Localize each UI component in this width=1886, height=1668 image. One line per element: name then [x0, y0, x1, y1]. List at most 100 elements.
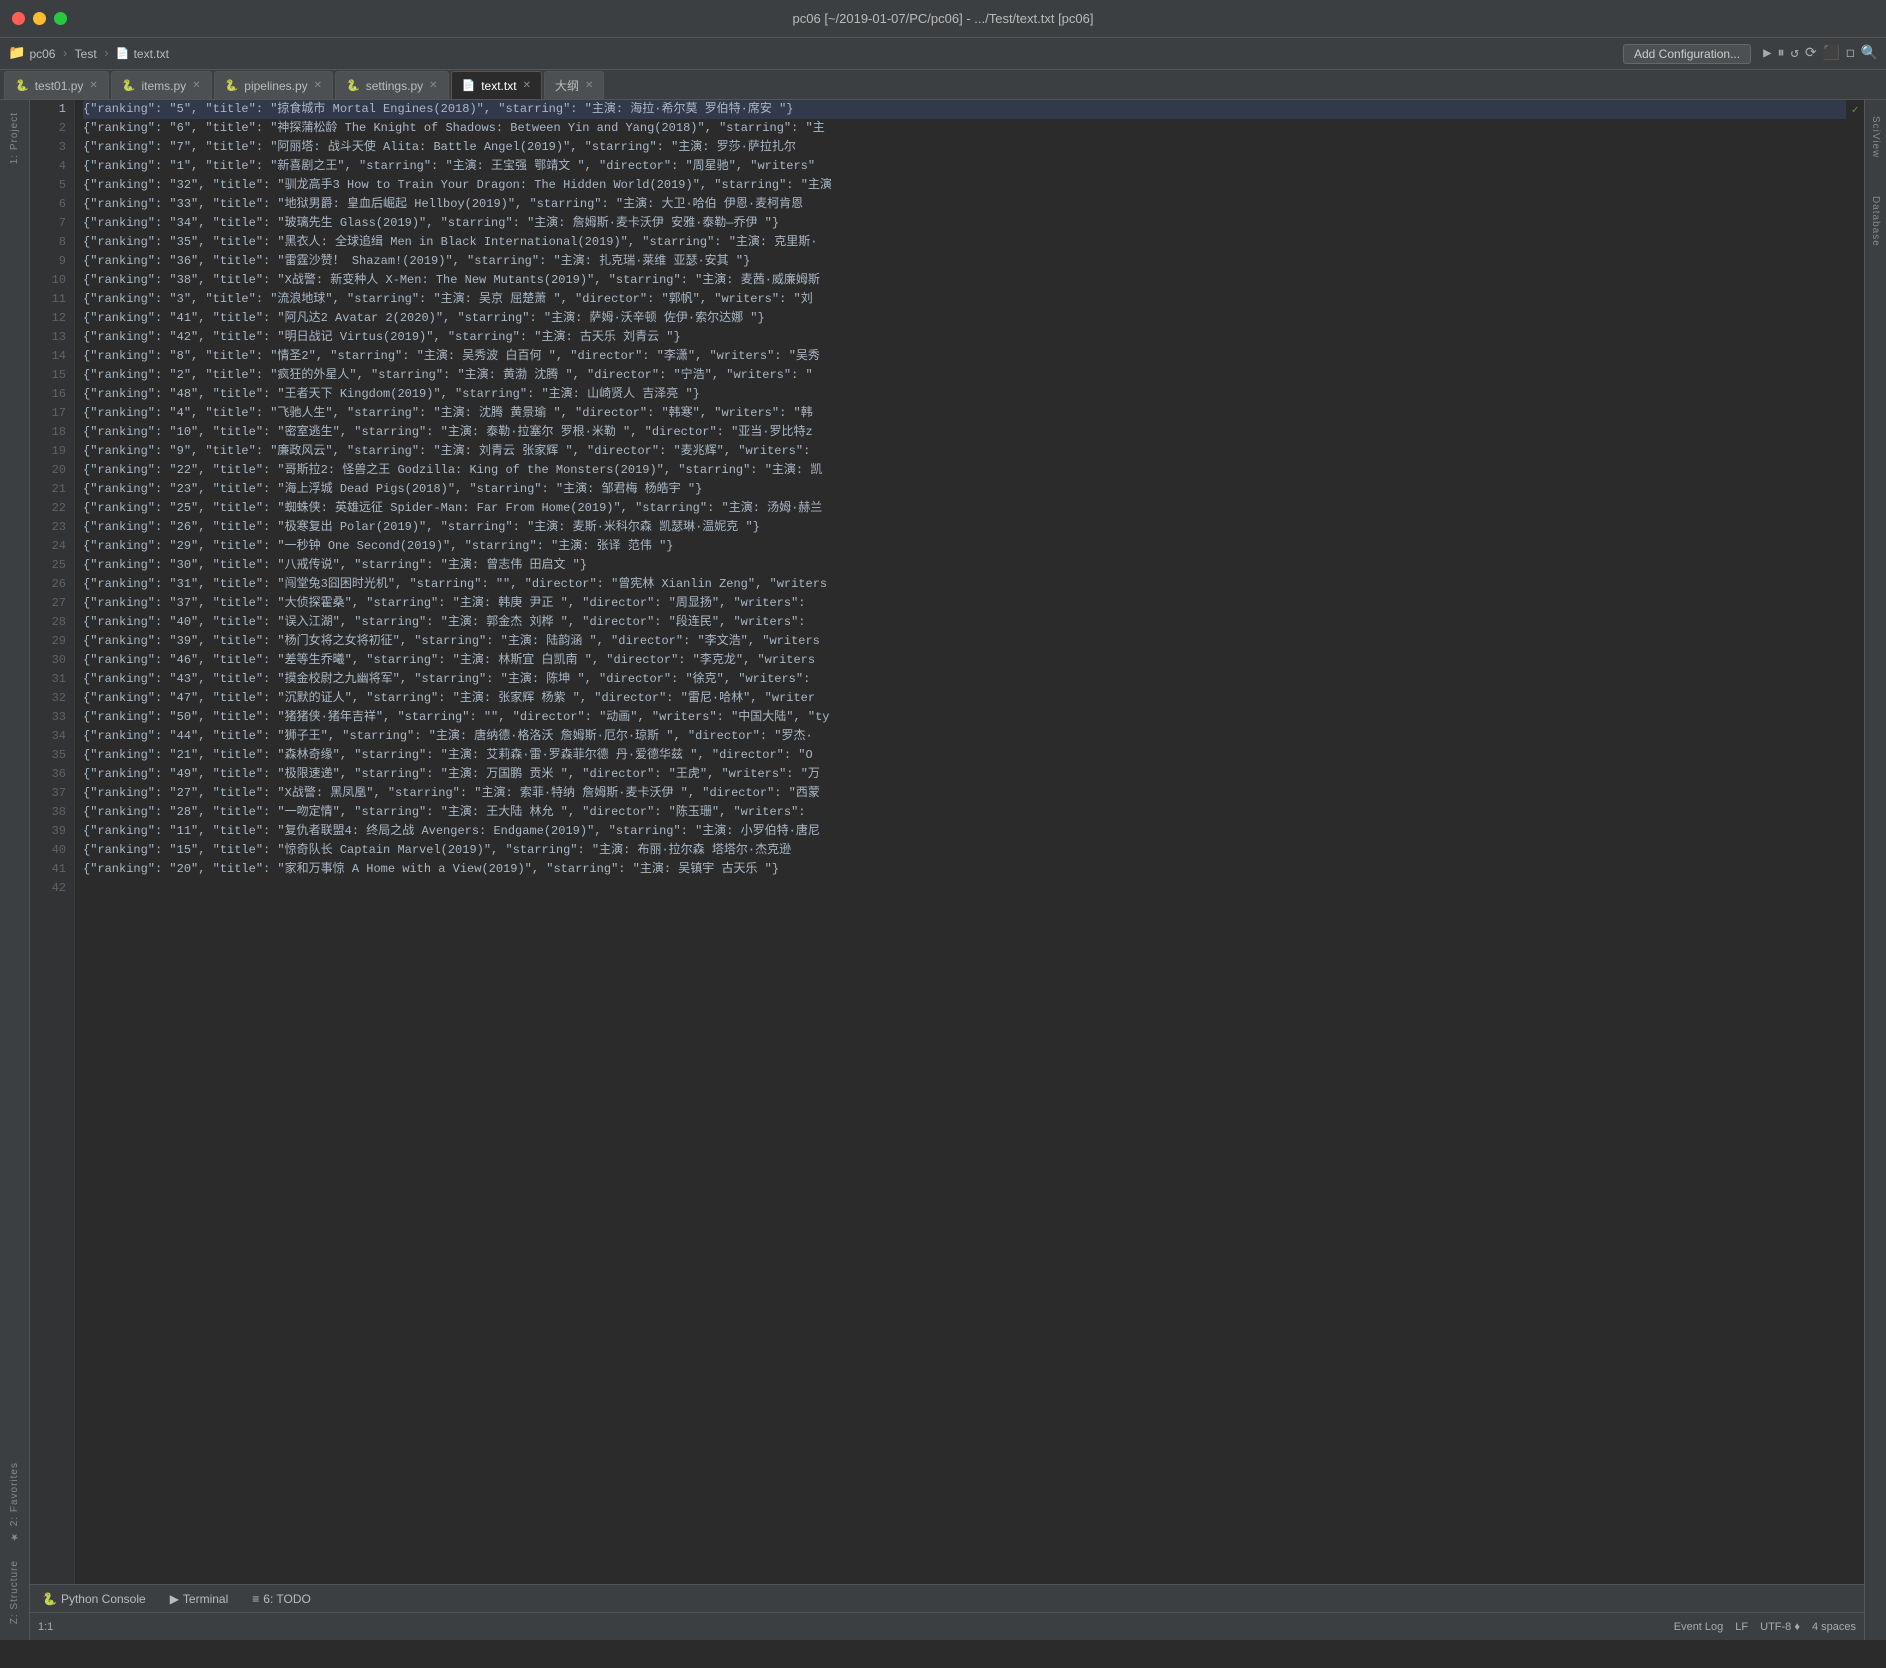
check-cell [1846, 195, 1864, 214]
event-log-button[interactable]: Event Log [1674, 1621, 1724, 1633]
code-line[interactable]: {"ranking": "50", "title": "猪猪侠·猪年吉祥", "… [83, 708, 1846, 727]
code-content[interactable]: {"ranking": "5", "title": "掠食城市 Mortal E… [75, 100, 1846, 1584]
stop-icon[interactable]: ◻ [1846, 45, 1854, 62]
code-line[interactable]: {"ranking": "43", "title": "摸金校尉之九幽将军", … [83, 670, 1846, 689]
close-tab-outline[interactable]: ✕ [585, 80, 593, 91]
step-over-icon[interactable]: ↺ [1791, 45, 1799, 62]
code-line[interactable]: {"ranking": "5", "title": "掠食城市 Mortal E… [83, 100, 1846, 119]
code-line[interactable]: {"ranking": "44", "title": "狮子王", "starr… [83, 727, 1846, 746]
search-icon[interactable]: 🔍 [1861, 45, 1878, 62]
line-number: 29 [30, 632, 66, 651]
sidebar-item-favorites[interactable]: ★ 2: Favorites [7, 1454, 22, 1550]
check-cell [1846, 879, 1864, 898]
run-icon[interactable]: ▶ [1763, 45, 1771, 62]
line-number: 28 [30, 613, 66, 632]
close-tab-pipelines[interactable]: ✕ [314, 80, 322, 91]
nav-texttxt[interactable]: 📄text.txt [116, 47, 169, 61]
code-line[interactable]: {"ranking": "8", "title": "情圣2", "starri… [83, 347, 1846, 366]
sidebar-item-structure[interactable]: Z: Structure [7, 1552, 22, 1632]
indent-indicator[interactable]: 4 spaces [1812, 1621, 1856, 1633]
line-number: 11 [30, 290, 66, 309]
close-tab-items[interactable]: ✕ [192, 80, 200, 91]
nav-pc06[interactable]: pc06 [29, 47, 55, 61]
code-line[interactable]: {"ranking": "39", "title": "杨门女将之女将初征", … [83, 632, 1846, 651]
python-console-icon: 🐍 [42, 1592, 57, 1606]
code-line[interactable]: {"ranking": "2", "title": "疯狂的外星人", "sta… [83, 366, 1846, 385]
code-line[interactable]: {"ranking": "41", "title": "阿凡达2 Avatar … [83, 309, 1846, 328]
close-tab-text[interactable]: ✕ [523, 80, 531, 91]
code-line[interactable]: {"ranking": "1", "title": "新喜剧之王", "star… [83, 157, 1846, 176]
check-cell [1846, 309, 1864, 328]
code-line[interactable]: {"ranking": "26", "title": "极寒复出 Polar(2… [83, 518, 1846, 537]
maximize-button[interactable] [54, 12, 67, 25]
code-line[interactable]: {"ranking": "11", "title": "复仇者联盟4: 终局之战… [83, 822, 1846, 841]
database-panel[interactable]: Database [1868, 188, 1883, 255]
add-configuration-button[interactable]: Add Configuration... [1623, 44, 1751, 64]
tab-itemspy[interactable]: 🐍 items.py ✕ [111, 71, 212, 99]
line-ending-indicator[interactable]: LF [1735, 1621, 1748, 1633]
code-line[interactable]: {"ranking": "48", "title": "王者天下 Kingdom… [83, 385, 1846, 404]
pause-icon[interactable]: ⏸ [1778, 46, 1785, 62]
code-line[interactable]: {"ranking": "37", "title": "大侦探霍桑", "sta… [83, 594, 1846, 613]
code-line[interactable]: {"ranking": "36", "title": "雷霆沙赞！ Shazam… [83, 252, 1846, 271]
line-number: 23 [30, 518, 66, 537]
code-line[interactable]: {"ranking": "40", "title": "误入江湖", "star… [83, 613, 1846, 632]
check-cell [1846, 670, 1864, 689]
tab-texttxt[interactable]: 📄 text.txt ✕ [451, 71, 542, 99]
code-line[interactable]: {"ranking": "4", "title": "飞驰人生", "starr… [83, 404, 1846, 423]
tab-test01py[interactable]: 🐍 test01.py ✕ [4, 71, 109, 99]
check-cell [1846, 252, 1864, 271]
code-line[interactable]: {"ranking": "33", "title": "地狱男爵: 皇血后崛起 … [83, 195, 1846, 214]
code-line[interactable]: {"ranking": "22", "title": "哥斯拉2: 怪兽之王 G… [83, 461, 1846, 480]
step-out-icon[interactable]: ⬛ [1823, 45, 1840, 62]
encoding-indicator[interactable]: UTF-8 ♦ [1760, 1621, 1800, 1633]
code-line[interactable]: {"ranking": "20", "title": "家和万事惊 A Home… [83, 860, 1846, 879]
line-number: 27 [30, 594, 66, 613]
code-line[interactable]: {"ranking": "47", "title": "沉默的证人", "sta… [83, 689, 1846, 708]
window-controls[interactable] [12, 12, 67, 25]
code-line[interactable]: {"ranking": "49", "title": "极限速递", "star… [83, 765, 1846, 784]
code-line[interactable]: {"ranking": "32", "title": "驯龙高手3 How to… [83, 176, 1846, 195]
run-controls: ▶ ⏸ ↺ ⟳ ⬛ ◻ 🔍 [1763, 45, 1878, 62]
sciview-panel[interactable]: SciView [1868, 108, 1883, 166]
code-line[interactable]: {"ranking": "29", "title": "一秒钟 One Seco… [83, 537, 1846, 556]
check-cell [1846, 233, 1864, 252]
code-line[interactable]: {"ranking": "27", "title": "X战警: 黑凤凰", "… [83, 784, 1846, 803]
check-cell [1846, 404, 1864, 423]
code-line[interactable]: {"ranking": "35", "title": "黑衣人: 全球追缉 Me… [83, 233, 1846, 252]
python-console-tab[interactable]: 🐍 Python Console [30, 1588, 158, 1610]
code-line[interactable]: {"ranking": "28", "title": "一吻定情", "star… [83, 803, 1846, 822]
code-line[interactable]: {"ranking": "6", "title": "神探蒲松龄 The Kni… [83, 119, 1846, 138]
code-line[interactable]: {"ranking": "25", "title": "蜘蛛侠: 英雄远征 Sp… [83, 499, 1846, 518]
line-number: 8 [30, 233, 66, 252]
close-button[interactable] [12, 12, 25, 25]
code-line[interactable]: {"ranking": "10", "title": "密室逃生", "star… [83, 423, 1846, 442]
tab-settingspy[interactable]: 🐍 settings.py ✕ [335, 71, 448, 99]
close-tab-settings[interactable]: ✕ [429, 80, 437, 91]
code-line[interactable]: {"ranking": "46", "title": "差等生乔曦", "sta… [83, 651, 1846, 670]
code-line[interactable]: {"ranking": "23", "title": "海上浮城 Dead Pi… [83, 480, 1846, 499]
code-line[interactable] [83, 879, 1846, 898]
code-line[interactable]: {"ranking": "30", "title": "八戒传说", "star… [83, 556, 1846, 575]
tab-pipelinespy[interactable]: 🐍 pipelines.py ✕ [214, 71, 333, 99]
code-line[interactable]: {"ranking": "21", "title": "森林奇缘", "star… [83, 746, 1846, 765]
tab-outline[interactable]: 大纲 ✕ [544, 71, 604, 99]
code-line[interactable]: {"ranking": "38", "title": "X战警: 新变种人 X-… [83, 271, 1846, 290]
line-number: 34 [30, 727, 66, 746]
minimize-button[interactable] [33, 12, 46, 25]
terminal-tab[interactable]: ▶ Terminal [158, 1588, 241, 1610]
position-indicator[interactable]: 1:1 [38, 1621, 53, 1633]
close-tab-test01[interactable]: ✕ [89, 80, 97, 91]
nav-test[interactable]: Test [75, 47, 97, 61]
python-icon-4: 🐍 [346, 79, 360, 92]
code-line[interactable]: {"ranking": "15", "title": "惊奇队长 Captain… [83, 841, 1846, 860]
code-line[interactable]: {"ranking": "3", "title": "流浪地球", "starr… [83, 290, 1846, 309]
step-into-icon[interactable]: ⟳ [1805, 45, 1817, 62]
code-line[interactable]: {"ranking": "34", "title": "玻璃先生 Glass(2… [83, 214, 1846, 233]
code-line[interactable]: {"ranking": "9", "title": "廉政风云", "starr… [83, 442, 1846, 461]
code-line[interactable]: {"ranking": "7", "title": "阿丽塔: 战斗天使 Ali… [83, 138, 1846, 157]
code-line[interactable]: {"ranking": "42", "title": "明日战记 Virtus(… [83, 328, 1846, 347]
todo-tab[interactable]: ≡ 6: TODO [240, 1588, 323, 1610]
code-line[interactable]: {"ranking": "31", "title": "闯堂兔3囧困时光机", … [83, 575, 1846, 594]
sidebar-item-project[interactable]: 1: Project [7, 104, 22, 172]
